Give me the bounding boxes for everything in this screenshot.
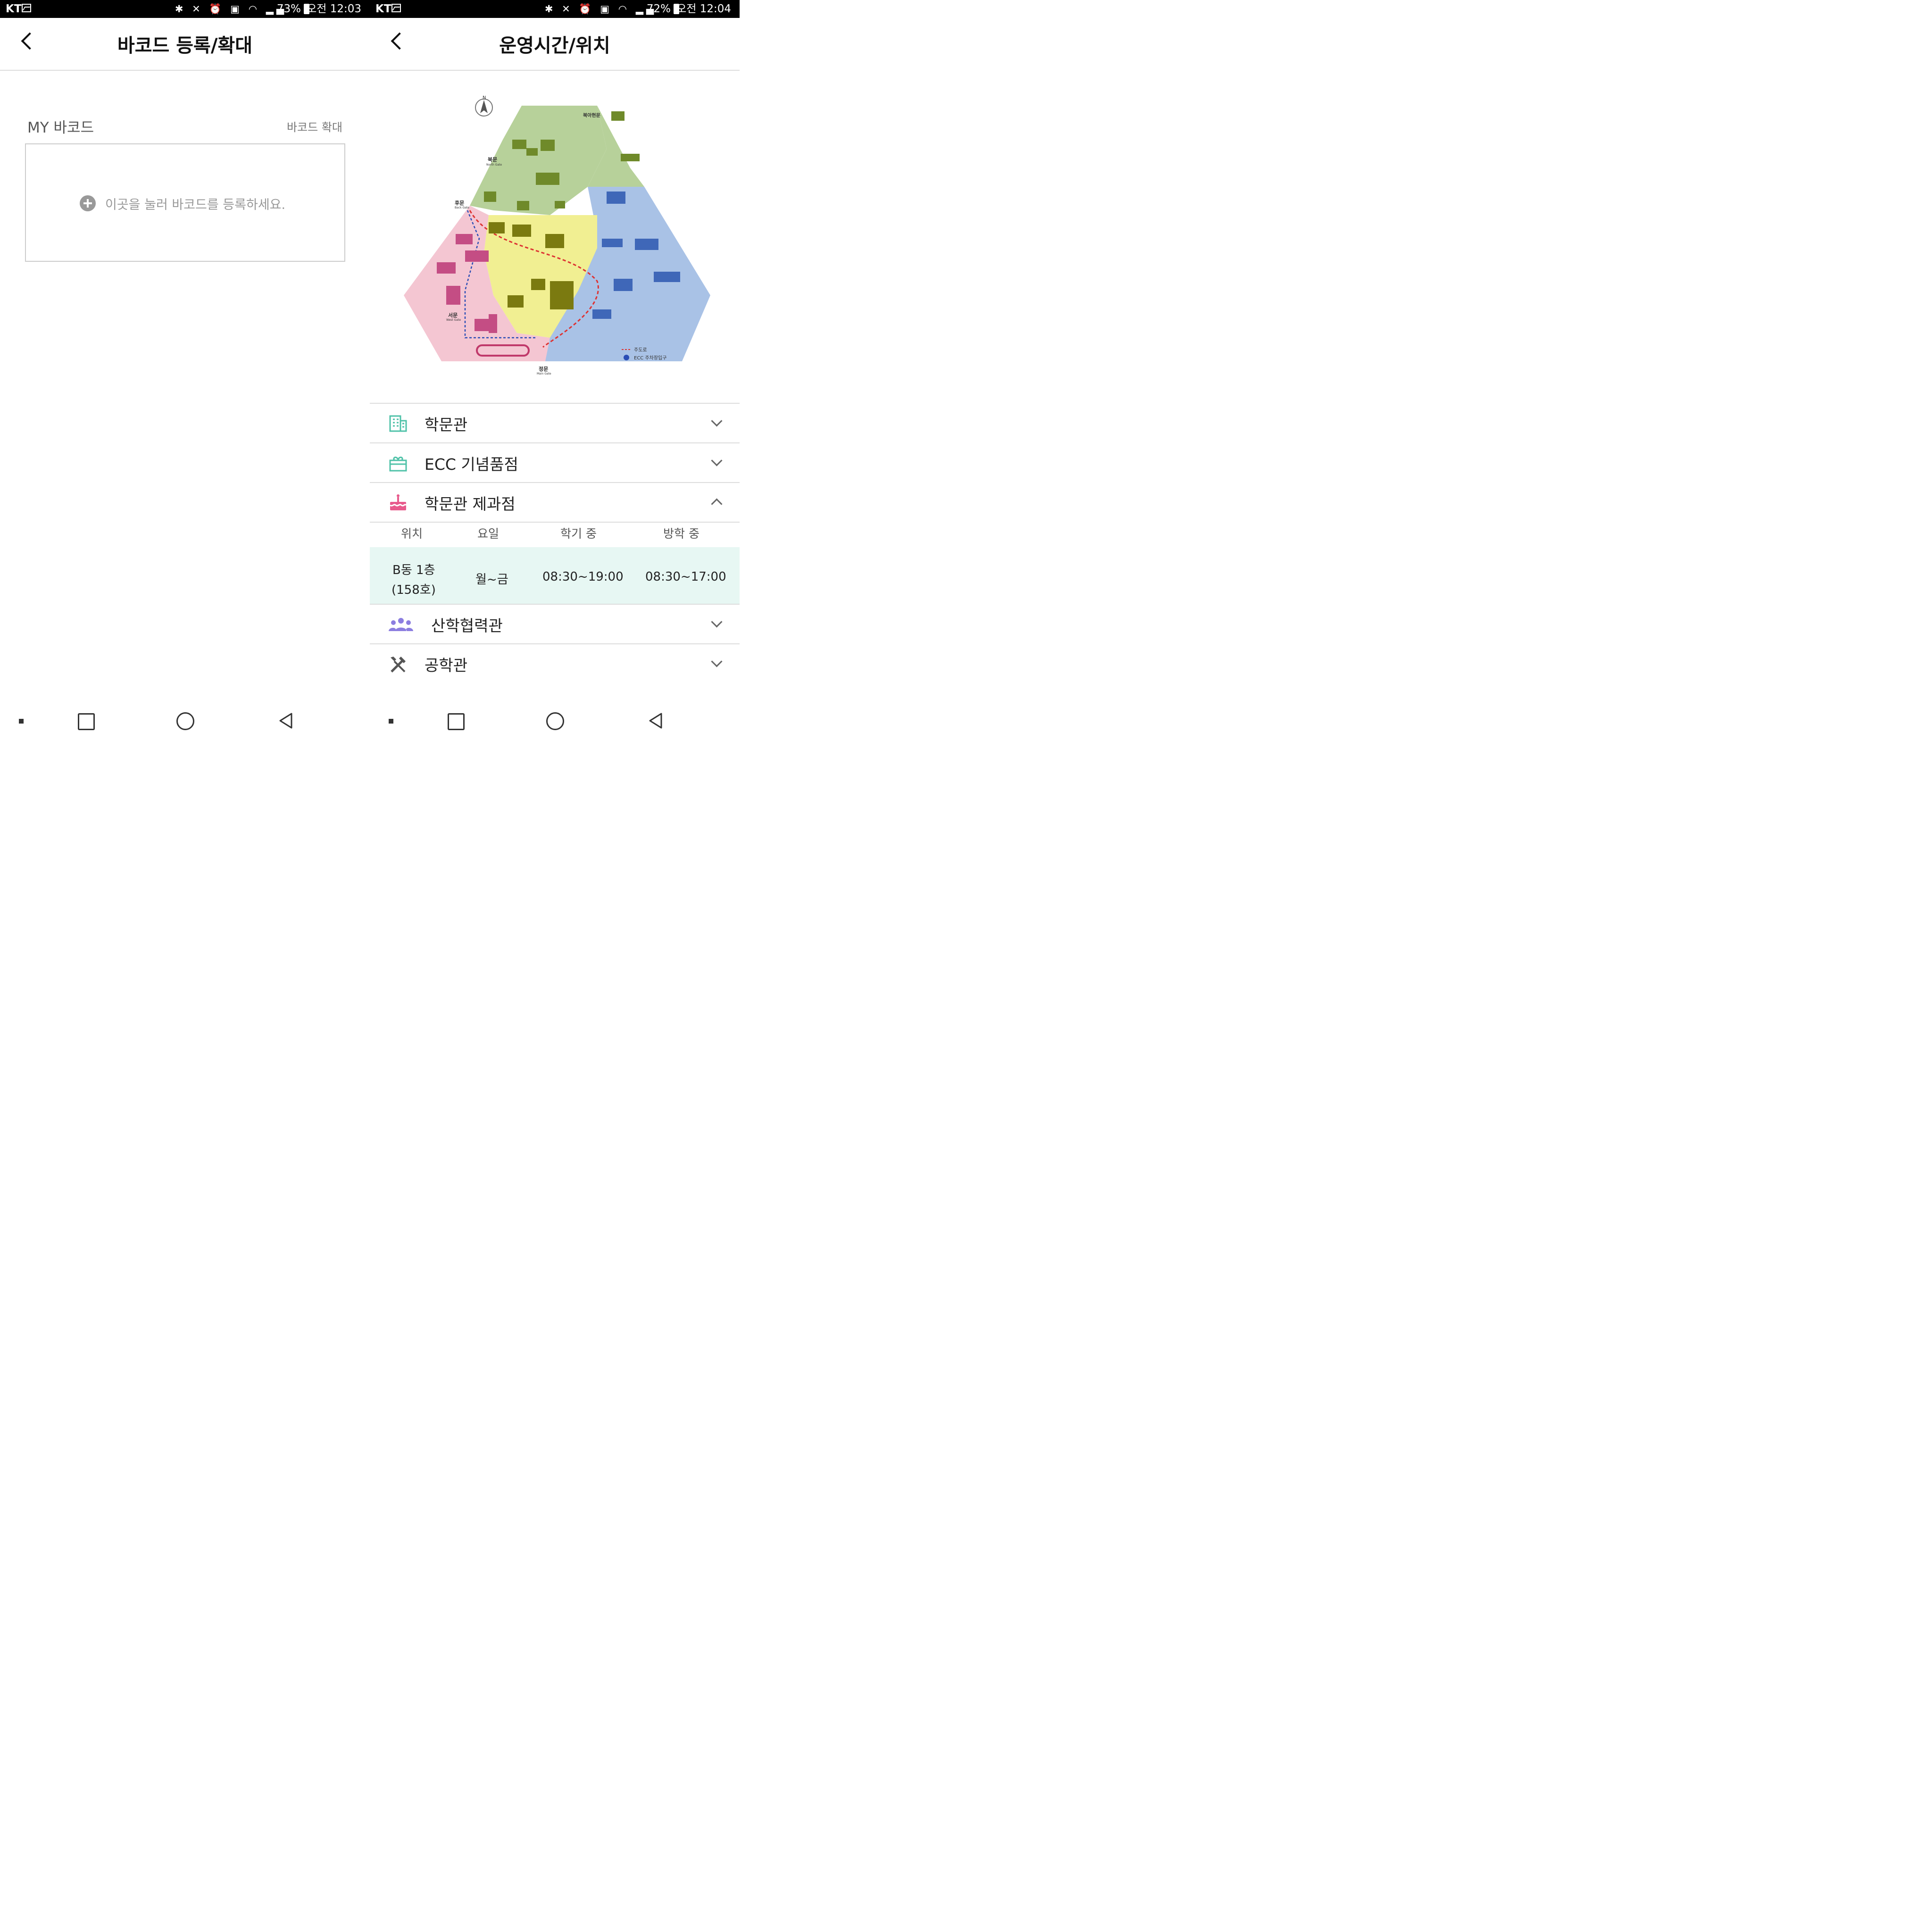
facility-row-ecc-store[interactable]: ECC 기념품점 (370, 442, 740, 482)
recent-apps-icon[interactable] (78, 713, 95, 730)
chevron-down-icon (711, 616, 723, 628)
facility-label: 학문관 제과점 (425, 495, 516, 513)
people-icon (389, 618, 413, 631)
app-bar: 운영시간/위치 (370, 18, 740, 71)
legend-parking: ECC 주차장입구 (634, 355, 666, 361)
vacation-hours-cell: 08:30~17:00 (645, 570, 726, 584)
compass-north: N (483, 95, 486, 100)
image-notification-icon (22, 4, 31, 12)
gate-north-sub: North Gate (486, 163, 502, 167)
header-days: 요일 (477, 527, 500, 541)
facility-row-bakery[interactable]: 학문관 제과점 (370, 482, 740, 522)
location-line2: (158호) (391, 583, 436, 597)
location-line1: B동 1층 (392, 563, 435, 577)
chevron-down-icon (711, 455, 723, 466)
facility-row-hakmun[interactable]: 학문관 (370, 403, 740, 442)
gate-north: 북문 (488, 156, 497, 163)
battery-percent: 72% (646, 3, 671, 15)
facility-row-industry[interactable]: 산학협력관 (370, 604, 740, 643)
page-title: 바코드 등록/확대 (117, 35, 253, 57)
back-nav-icon[interactable] (277, 712, 294, 729)
hours-table-row: B동 1층 (158호) 월~금 08:30~19:00 08:30~17:00 (370, 547, 740, 604)
nav-menu-dot-icon[interactable] (19, 719, 24, 724)
carrier-label: KT (6, 3, 22, 15)
nav-menu-dot-icon[interactable] (389, 719, 393, 724)
facility-label: 학문관 (425, 416, 468, 434)
recent-apps-icon[interactable] (448, 713, 465, 730)
back-nav-icon[interactable] (647, 712, 664, 729)
legend-road: 주도로 (634, 348, 647, 353)
building-icon (389, 415, 407, 432)
hours-table-header: 위치 요일 학기 중 방학 중 (370, 522, 740, 547)
gate-north-ahyun: 북아현문 (583, 112, 600, 118)
barcode-register-box[interactable]: 이곳을 눌러 바코드를 등록하세요. (25, 143, 345, 262)
status-icons: ✱ ✕ ⏰ ▣ ◠ ▂▄ (175, 3, 287, 15)
add-circle-icon (80, 195, 96, 211)
barcode-expand-link[interactable]: 바코드 확대 (287, 118, 342, 134)
my-barcode-label: MY 바코드 (27, 119, 94, 136)
clock: 오전 12:03 (307, 3, 361, 15)
app-bar: 바코드 등록/확대 (0, 18, 370, 71)
gate-back-sub: Back Gate (455, 206, 469, 209)
gift-icon (389, 457, 407, 472)
chevron-down-icon (711, 656, 723, 667)
home-icon[interactable] (546, 712, 564, 730)
gate-main: 정문 (539, 366, 548, 372)
gate-back: 후문 (455, 200, 464, 206)
chevron-up-icon (711, 498, 723, 510)
header-semester: 학기 중 (560, 527, 597, 541)
barcode-screen: KT ✱ ✕ ⏰ ▣ ◠ ▂▄ 73% 오전 12:03 바코드 등록/확대 M… (0, 0, 370, 740)
facility-label: ECC 기념품점 (425, 455, 518, 474)
carrier-label: KT (375, 3, 391, 15)
nav-bar (0, 703, 370, 740)
chevron-down-icon (711, 415, 723, 427)
clock: 오전 12:04 (676, 3, 731, 15)
cake-icon (390, 494, 407, 510)
header-vacation: 방학 중 (663, 527, 700, 541)
nav-bar (370, 703, 740, 740)
home-icon[interactable] (176, 712, 194, 730)
campus-map[interactable]: N 북문 North Gate 후문 Back Gate 서문 West Gat… (399, 92, 712, 378)
facility-row-engineering[interactable]: 공학관 (370, 643, 740, 683)
gate-main-sub: Main Gate (537, 372, 551, 375)
facility-list: 학문관 ECC 기념품점 학문관 제과점 위치 요일 학기 중 방학 중 B동 … (370, 403, 740, 683)
image-notification-icon (391, 4, 401, 12)
facility-label: 공학관 (425, 656, 468, 675)
facility-label: 산학협력관 (431, 616, 503, 635)
register-hint: 이곳을 눌러 바코드를 등록하세요. (105, 198, 286, 212)
battery-percent: 73% (276, 3, 301, 15)
status-icons: ✱ ✕ ⏰ ▣ ◠ ▂▄ (544, 3, 657, 15)
status-bar: KT ✱ ✕ ⏰ ▣ ◠ ▂▄ 73% 오전 12:03 (0, 0, 370, 18)
gate-west-sub: West Gate (446, 318, 461, 322)
days-cell: 월~금 (475, 573, 508, 587)
tools-icon (391, 657, 406, 673)
page-title: 운영시간/위치 (499, 35, 610, 57)
status-bar: KT ✱ ✕ ⏰ ▣ ◠ ▂▄ 72% 오전 12:04 (370, 0, 740, 18)
gate-west: 서문 (448, 312, 458, 318)
header-location: 위치 (401, 527, 423, 541)
semester-hours-cell: 08:30~19:00 (542, 570, 624, 584)
